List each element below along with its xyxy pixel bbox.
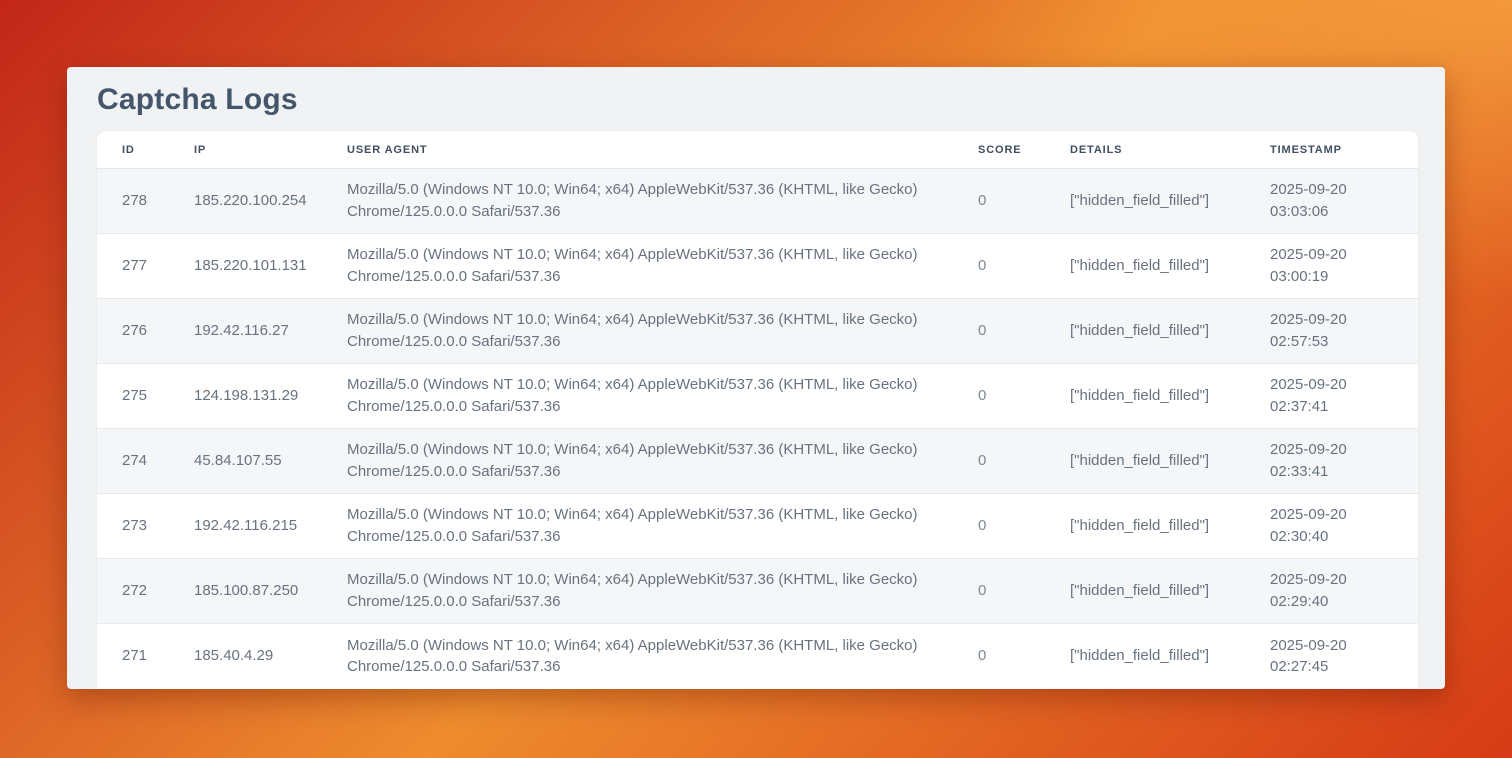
table-row: 277185.220.101.131Mozilla/5.0 (Windows N… bbox=[97, 234, 1418, 299]
table-header: ID IP USER AGENT SCORE DETAILS TIMESTAMP bbox=[97, 131, 1418, 169]
cell-id: 277 bbox=[97, 234, 169, 299]
cell-score: 0 bbox=[953, 299, 1045, 364]
cell-user-agent: Mozilla/5.0 (Windows NT 10.0; Win64; x64… bbox=[322, 169, 953, 234]
cell-timestamp: 2025-09-20 02:27:45 bbox=[1245, 624, 1418, 689]
table-row: 275124.198.131.29Mozilla/5.0 (Windows NT… bbox=[97, 364, 1418, 429]
cell-id: 275 bbox=[97, 364, 169, 429]
table-row: 273192.42.116.215Mozilla/5.0 (Windows NT… bbox=[97, 494, 1418, 559]
page-title: Captcha Logs bbox=[97, 83, 1445, 117]
cell-timestamp: 2025-09-20 03:03:06 bbox=[1245, 169, 1418, 234]
cell-details: ["hidden_field_filled"] bbox=[1045, 364, 1245, 429]
cell-score: 0 bbox=[953, 234, 1045, 299]
table-row: 276192.42.116.27Mozilla/5.0 (Windows NT … bbox=[97, 299, 1418, 364]
cell-details: ["hidden_field_filled"] bbox=[1045, 559, 1245, 624]
cell-ip: 185.40.4.29 bbox=[169, 624, 322, 689]
cell-timestamp: 2025-09-20 02:37:41 bbox=[1245, 364, 1418, 429]
table-body: 278185.220.100.254Mozilla/5.0 (Windows N… bbox=[97, 169, 1418, 689]
cell-details: ["hidden_field_filled"] bbox=[1045, 624, 1245, 689]
cell-ip: 45.84.107.55 bbox=[169, 429, 322, 494]
column-header-id: ID bbox=[97, 131, 169, 169]
cell-user-agent: Mozilla/5.0 (Windows NT 10.0; Win64; x64… bbox=[322, 559, 953, 624]
cell-id: 273 bbox=[97, 494, 169, 559]
table-row: 271185.40.4.29Mozilla/5.0 (Windows NT 10… bbox=[97, 624, 1418, 689]
cell-timestamp: 2025-09-20 02:29:40 bbox=[1245, 559, 1418, 624]
cell-id: 278 bbox=[97, 169, 169, 234]
cell-score: 0 bbox=[953, 494, 1045, 559]
cell-id: 272 bbox=[97, 559, 169, 624]
cell-score: 0 bbox=[953, 559, 1045, 624]
table-row: 278185.220.100.254Mozilla/5.0 (Windows N… bbox=[97, 169, 1418, 234]
cell-ip: 192.42.116.27 bbox=[169, 299, 322, 364]
cell-timestamp: 2025-09-20 02:30:40 bbox=[1245, 494, 1418, 559]
cell-details: ["hidden_field_filled"] bbox=[1045, 169, 1245, 234]
cell-timestamp: 2025-09-20 03:00:19 bbox=[1245, 234, 1418, 299]
cell-details: ["hidden_field_filled"] bbox=[1045, 494, 1245, 559]
cell-id: 276 bbox=[97, 299, 169, 364]
cell-ip: 185.100.87.250 bbox=[169, 559, 322, 624]
column-header-user-agent: USER AGENT bbox=[322, 131, 953, 169]
cell-score: 0 bbox=[953, 364, 1045, 429]
table-row: 272185.100.87.250Mozilla/5.0 (Windows NT… bbox=[97, 559, 1418, 624]
cell-ip: 124.198.131.29 bbox=[169, 364, 322, 429]
cell-user-agent: Mozilla/5.0 (Windows NT 10.0; Win64; x64… bbox=[322, 429, 953, 494]
cell-ip: 185.220.100.254 bbox=[169, 169, 322, 234]
column-header-ip: IP bbox=[169, 131, 322, 169]
cell-details: ["hidden_field_filled"] bbox=[1045, 234, 1245, 299]
cell-ip: 185.220.101.131 bbox=[169, 234, 322, 299]
table-header-row: ID IP USER AGENT SCORE DETAILS TIMESTAMP bbox=[97, 131, 1418, 169]
cell-id: 271 bbox=[97, 624, 169, 689]
cell-timestamp: 2025-09-20 02:57:53 bbox=[1245, 299, 1418, 364]
cell-user-agent: Mozilla/5.0 (Windows NT 10.0; Win64; x64… bbox=[322, 299, 953, 364]
column-header-timestamp: TIMESTAMP bbox=[1245, 131, 1418, 169]
cell-user-agent: Mozilla/5.0 (Windows NT 10.0; Win64; x64… bbox=[322, 494, 953, 559]
cell-timestamp: 2025-09-20 02:33:41 bbox=[1245, 429, 1418, 494]
cell-id: 274 bbox=[97, 429, 169, 494]
column-header-details: DETAILS bbox=[1045, 131, 1245, 169]
cell-score: 0 bbox=[953, 429, 1045, 494]
cell-details: ["hidden_field_filled"] bbox=[1045, 429, 1245, 494]
logs-table-container[interactable]: ID IP USER AGENT SCORE DETAILS TIMESTAMP… bbox=[97, 131, 1418, 689]
cell-user-agent: Mozilla/5.0 (Windows NT 10.0; Win64; x64… bbox=[322, 234, 953, 299]
cell-details: ["hidden_field_filled"] bbox=[1045, 299, 1245, 364]
table-row: 27445.84.107.55Mozilla/5.0 (Windows NT 1… bbox=[97, 429, 1418, 494]
logs-table: ID IP USER AGENT SCORE DETAILS TIMESTAMP… bbox=[97, 131, 1418, 689]
cell-user-agent: Mozilla/5.0 (Windows NT 10.0; Win64; x64… bbox=[322, 364, 953, 429]
cell-user-agent: Mozilla/5.0 (Windows NT 10.0; Win64; x64… bbox=[322, 624, 953, 689]
cell-ip: 192.42.116.215 bbox=[169, 494, 322, 559]
cell-score: 0 bbox=[953, 169, 1045, 234]
cell-score: 0 bbox=[953, 624, 1045, 689]
column-header-score: SCORE bbox=[953, 131, 1045, 169]
captcha-logs-card: Captcha Logs ID IP USER AGENT SCORE DETA… bbox=[67, 67, 1445, 689]
